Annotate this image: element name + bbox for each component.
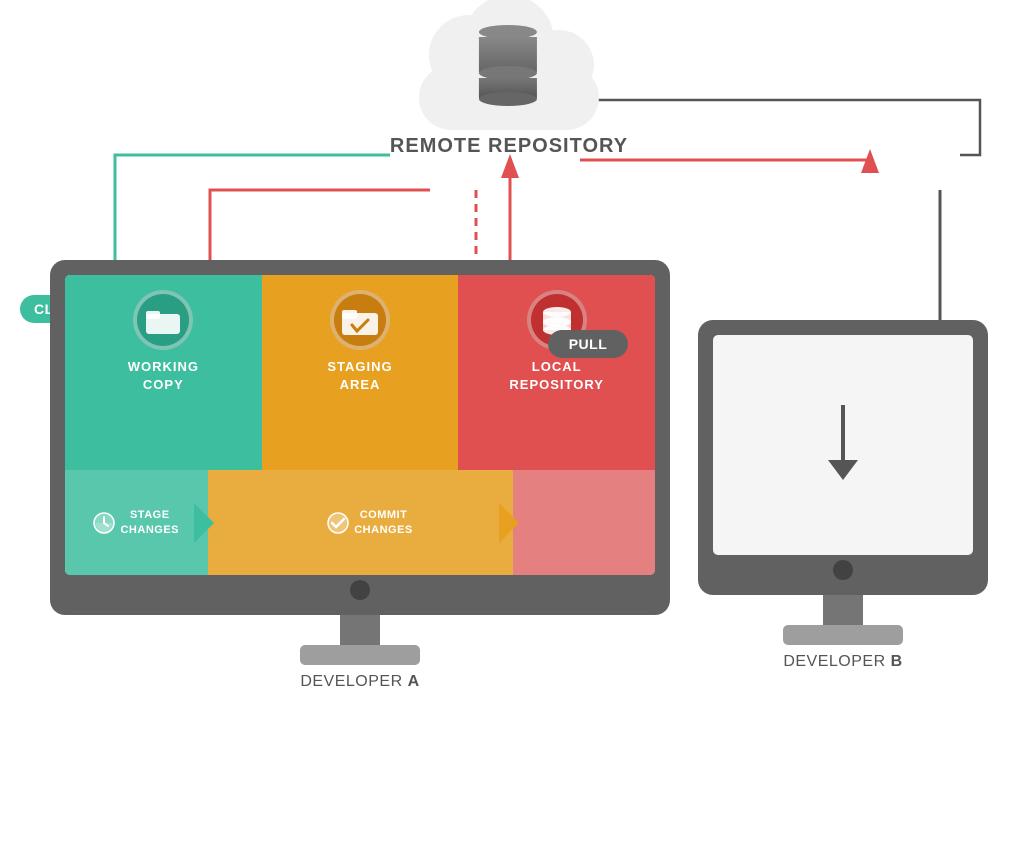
monitor-b-screen [713,335,973,555]
working-copy-label: WORKINGCOPY [128,358,199,394]
local-repo-label: LOCALREPOSITORY [509,358,604,394]
staging-area-label: STAGINGAREA [327,358,392,394]
monitor-b-base [783,625,903,645]
cloud-shape [409,20,609,130]
remote-repository-section: REMOTE REPOSITORY [390,20,628,158]
working-copy-icon [133,290,193,350]
developer-b-label: DEVELOPER B [698,653,988,671]
stage-changes-section: STAGECHANGES [65,470,208,575]
monitor-b-button [833,560,853,580]
working-copy-zone: WORKINGCOPY [65,275,262,470]
monitor-a: WORKINGCOPY STAGINGAREA [50,260,670,691]
local-flow-section [513,470,656,575]
remote-repo-label: REMOTE REPOSITORY [390,135,628,158]
monitor-a-screen: WORKINGCOPY STAGINGAREA [65,275,655,575]
diagram-container: REMOTE REPOSITORY CLONE PULL FETCH PUSH … [0,0,1018,858]
monitor-a-frame: WORKINGCOPY STAGINGAREA [50,260,670,615]
monitor-a-button [350,580,370,600]
commit-changes-section: COMMITCHANGES [208,470,513,575]
staging-area-icon [330,290,390,350]
zones-row: WORKINGCOPY STAGINGAREA [65,275,655,470]
monitor-b-frame [698,320,988,595]
database-icon [479,25,539,108]
staging-area-zone: STAGINGAREA [262,275,459,470]
flow-row: STAGECHANGES CO [65,470,655,575]
monitor-b: CLONE FETCH PUSH PULL [698,320,988,671]
monitor-b-neck [823,595,863,625]
monitor-a-neck [340,615,380,645]
pull-b-badge: PULL [555,330,622,358]
local-repo-zone: LOCALREPOSITORY [458,275,655,470]
monitor-a-base [300,645,420,665]
developer-a-label: DEVELOPER A [50,673,670,691]
